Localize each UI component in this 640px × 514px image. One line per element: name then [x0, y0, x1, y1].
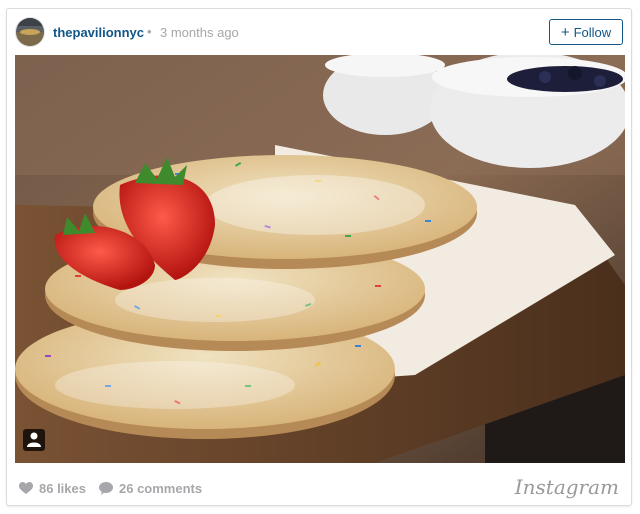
- plus-icon: +: [560, 23, 570, 41]
- heart-icon: [19, 482, 33, 494]
- pancake-photo: [15, 55, 625, 463]
- instagram-logo[interactable]: Instagram: [515, 475, 619, 499]
- instagram-embed-card: thepavilionnyc • 3 months ago + Follow 8…: [6, 8, 632, 506]
- separator-dot: •: [147, 24, 152, 39]
- avatar[interactable]: [15, 17, 45, 47]
- comment-bubble-icon: [99, 482, 113, 495]
- post-header: thepavilionnyc • 3 months ago + Follow: [7, 9, 631, 55]
- post-photo[interactable]: [15, 55, 625, 463]
- comments-count[interactable]: 26 comments: [99, 481, 202, 496]
- follow-label: Follow: [573, 24, 612, 40]
- post-timestamp[interactable]: 3 months ago: [160, 25, 239, 40]
- avatar-image: [16, 18, 44, 46]
- follow-button[interactable]: + Follow: [549, 19, 623, 45]
- username-link[interactable]: thepavilionnyc: [53, 25, 144, 40]
- likes-count[interactable]: 86 likes: [19, 481, 86, 496]
- post-footer: 86 likes 26 comments Instagram: [7, 471, 631, 505]
- likes-label: 86 likes: [39, 481, 86, 496]
- comments-label: 26 comments: [119, 481, 203, 496]
